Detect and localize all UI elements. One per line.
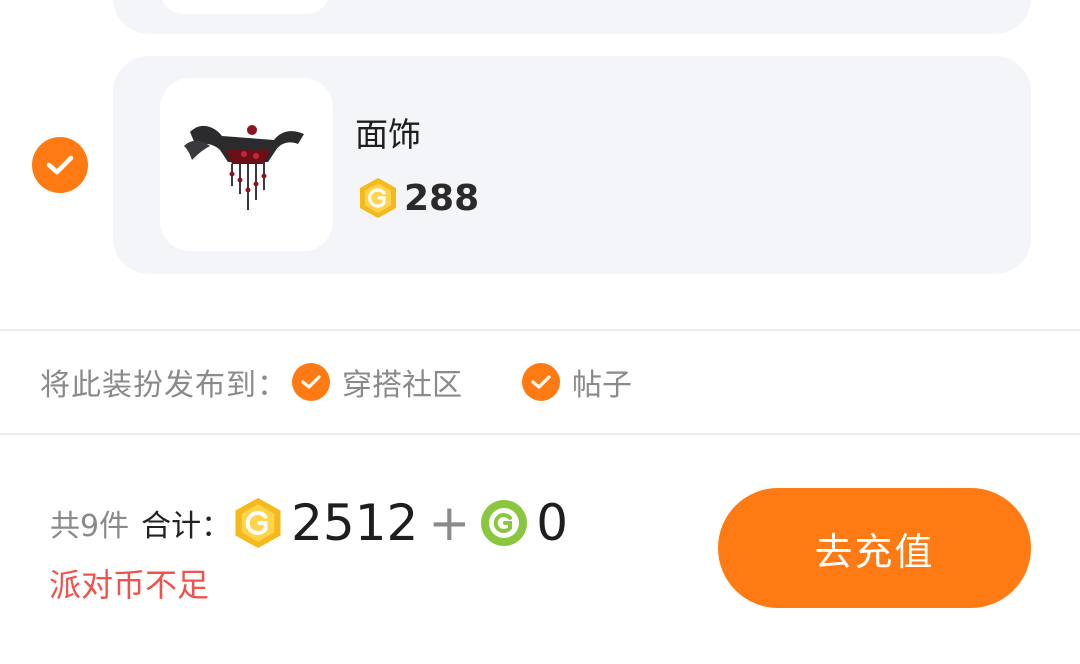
green-total: 0 <box>536 494 569 552</box>
item-name: 面饰 <box>355 115 421 154</box>
publish-option-label[interactable]: 穿搭社区 <box>342 360 462 404</box>
recharge-button[interactable]: 去充值 <box>718 488 1031 608</box>
publish-option-label[interactable]: 帖子 <box>572 360 632 404</box>
item-price-value: 288 <box>404 177 480 219</box>
gold-coin-icon <box>235 498 281 548</box>
mask-accessory-image <box>183 124 304 210</box>
item-card[interactable]: 面饰 288 <box>113 56 1031 274</box>
order-summary: 共9件 合计： 2512 + 0 <box>50 494 568 552</box>
previous-item-thumbnail <box>160 0 330 14</box>
gold-coin-icon <box>360 178 396 218</box>
checkmark-icon <box>46 155 74 175</box>
insufficient-coins-warning: 派对币不足 <box>49 566 210 604</box>
item-select-checkbox[interactable] <box>32 137 88 193</box>
item-thumbnail <box>160 78 333 251</box>
publish-option-community[interactable]: 穿搭社区 <box>292 360 462 404</box>
check-icon[interactable] <box>292 363 330 401</box>
gold-total: 2512 <box>291 494 419 552</box>
publish-row: 将此装扮发布到： 穿搭社区 帖子 <box>40 352 632 412</box>
publish-label: 将此装扮发布到： <box>40 368 288 403</box>
item-count: 共9件 <box>50 509 130 544</box>
previous-item-card[interactable] <box>113 0 1031 34</box>
green-coin-icon <box>481 500 528 546</box>
total-label: 合计： <box>141 509 232 544</box>
item-price: 288 <box>358 177 479 219</box>
publish-option-post[interactable]: 帖子 <box>522 360 632 404</box>
divider <box>0 329 1080 331</box>
divider <box>0 433 1080 435</box>
check-icon[interactable] <box>522 363 560 401</box>
plus-sign: + <box>428 494 471 552</box>
